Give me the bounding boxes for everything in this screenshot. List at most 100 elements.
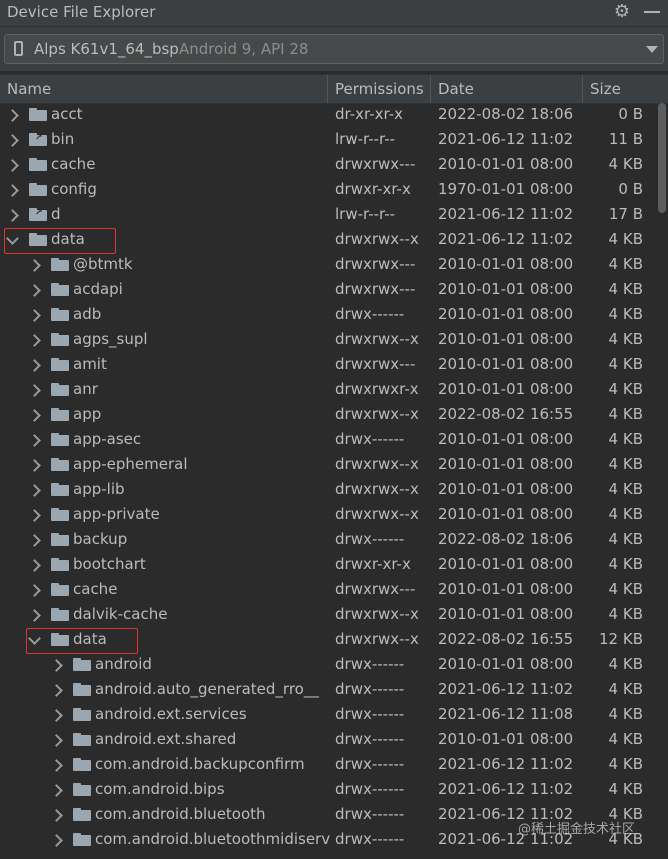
- file-date: 2021-06-12 11:08: [438, 705, 574, 723]
- file-permissions: drwxrwx--x: [335, 605, 419, 623]
- table-row[interactable]: app-private drwxrwx--x 2010-01-01 08:00 4 K…: [0, 503, 668, 528]
- table-row[interactable]: android.auto_generated_rro__ drwx------ 20…: [0, 678, 668, 703]
- gear-icon[interactable]: ⚙: [612, 1, 632, 23]
- file-name: cache: [73, 580, 118, 598]
- table-row[interactable]: acdapi drwxrwx--- 2010-01-01 08:00 4 KB: [0, 278, 668, 303]
- file-name: android.ext.services: [95, 705, 247, 723]
- table-row[interactable]: android drwx------ 2010-01-01 08:00 4 KB: [0, 653, 668, 678]
- chevron-right-icon[interactable]: [6, 209, 19, 222]
- chevron-right-icon[interactable]: [50, 709, 63, 722]
- file-size: 4 KB: [608, 380, 643, 398]
- chevron-right-icon[interactable]: [28, 559, 41, 572]
- chevron-right-icon[interactable]: [50, 734, 63, 747]
- table-row[interactable]: dalvik-cache drwxrwx--x 2010-01-01 08:00 4 …: [0, 603, 668, 628]
- chevron-right-icon[interactable]: [28, 459, 41, 472]
- chevron-right-icon[interactable]: [50, 809, 63, 822]
- chevron-right-icon[interactable]: [6, 134, 19, 147]
- file-size: 17 B: [608, 205, 643, 223]
- highlight-box: [4, 228, 116, 254]
- chevron-right-icon[interactable]: [50, 684, 63, 697]
- device-bar: Alps K61v1_64_bsp Android 9, API 28: [0, 27, 668, 71]
- chevron-right-icon[interactable]: [6, 159, 19, 172]
- table-row[interactable]: amit drwxrwx--- 2010-01-01 08:00 4 KB: [0, 353, 668, 378]
- file-name: acct: [51, 105, 83, 123]
- file-size: 4 KB: [608, 705, 643, 723]
- file-size: 4 KB: [608, 780, 643, 798]
- table-row[interactable]: com.android.bips drwx------ 2021-06-12 11:…: [0, 778, 668, 803]
- table-row[interactable]: adb drwx------ 2010-01-01 08:00 4 KB: [0, 303, 668, 328]
- device-dropdown[interactable]: Alps K61v1_64_bsp Android 9, API 28: [4, 34, 664, 64]
- file-permissions: drwxrwxr-x: [335, 380, 419, 398]
- file-permissions: drwxrwx--x: [335, 630, 419, 648]
- scrollbar-thumb[interactable]: [658, 103, 666, 213]
- file-date: 2022-08-02 16:55: [438, 630, 574, 648]
- file-date: 2010-01-01 08:00: [438, 605, 574, 623]
- window-title: Device File Explorer: [7, 3, 156, 21]
- table-row[interactable]: app-asec drwx------ 2010-01-01 08:00 4 KB: [0, 428, 668, 453]
- chevron-right-icon[interactable]: [28, 484, 41, 497]
- chevron-right-icon[interactable]: [28, 259, 41, 272]
- chevron-right-icon[interactable]: [28, 534, 41, 547]
- file-name: com.android.bips: [95, 780, 225, 798]
- table-row[interactable]: ↗ d lrw-r--r-- 2021-06-12 11:02 17 B: [0, 203, 668, 228]
- chevron-right-icon[interactable]: [6, 109, 19, 122]
- table-row[interactable]: android.ext.shared drwx------ 2010-01-01 0…: [0, 728, 668, 753]
- table-row[interactable]: anr drwxrwxr-x 2010-01-01 08:00 4 KB: [0, 378, 668, 403]
- file-size: 12 KB: [599, 630, 643, 648]
- folder-icon: [73, 808, 91, 821]
- table-row[interactable]: cache drwxrwx--- 2010-01-01 08:00 4 KB: [0, 578, 668, 603]
- file-date: 2021-06-12 11:02: [438, 680, 574, 698]
- chevron-right-icon[interactable]: [28, 334, 41, 347]
- chevron-right-icon[interactable]: [50, 759, 63, 772]
- table-row[interactable]: ↗ bin lrw-r--r-- 2021-06-12 11:02 11 B: [0, 128, 668, 153]
- table-row[interactable]: cache drwxrwx--- 2010-01-01 08:00 4 KB: [0, 153, 668, 178]
- table-row[interactable]: acct dr-xr-xr-x 2022-08-02 18:06 0 B: [0, 103, 668, 128]
- file-size: 4 KB: [608, 730, 643, 748]
- chevron-right-icon[interactable]: [28, 409, 41, 422]
- chevron-right-icon[interactable]: [6, 184, 19, 197]
- highlight-box: [26, 628, 138, 654]
- chevron-right-icon[interactable]: [28, 509, 41, 522]
- chevron-right-icon[interactable]: [28, 284, 41, 297]
- chevron-right-icon[interactable]: [50, 834, 63, 847]
- chevron-right-icon[interactable]: [28, 584, 41, 597]
- chevron-right-icon[interactable]: [28, 609, 41, 622]
- table-row[interactable]: config drwxr-xr-x 1970-01-01 08:00 0 B: [0, 178, 668, 203]
- column-header-permissions[interactable]: Permissions: [328, 75, 431, 103]
- file-name: app-ephemeral: [73, 455, 188, 473]
- table-row[interactable]: agps_supl drwxrwx--x 2010-01-01 08:00 4 KB: [0, 328, 668, 353]
- table-row[interactable]: app drwxrwx--x 2022-08-02 16:55 4 KB: [0, 403, 668, 428]
- folder-icon: [29, 183, 47, 196]
- table-row[interactable]: @btmtk drwxrwx--- 2010-01-01 08:00 4 KB: [0, 253, 668, 278]
- table-row[interactable]: com.android.backupconfirm drwx------ 2021-…: [0, 753, 668, 778]
- table-row[interactable]: data drwxrwx--x 2022-08-02 16:55 12 KB: [0, 628, 668, 654]
- chevron-right-icon[interactable]: [28, 384, 41, 397]
- table-row[interactable]: bootchart drwxr-xr-x 2010-01-01 08:00 4 KB: [0, 553, 668, 578]
- watermark: @稀土掘金技术社区: [518, 822, 636, 837]
- title-bar: Device File Explorer ⚙: [0, 0, 668, 27]
- column-header-date[interactable]: Date: [431, 75, 583, 103]
- file-date: 2010-01-01 08:00: [438, 355, 574, 373]
- table-row[interactable]: android.ext.services drwx------ 2021-06-12…: [0, 703, 668, 728]
- file-size: 4 KB: [608, 655, 643, 673]
- file-date: 1970-01-01 08:00: [438, 180, 574, 198]
- file-size: 4 KB: [608, 230, 643, 248]
- folder-icon: [51, 333, 69, 346]
- chevron-right-icon[interactable]: [28, 434, 41, 447]
- table-row[interactable]: app-lib drwxrwx--x 2010-01-01 08:00 4 KB: [0, 478, 668, 503]
- table-row[interactable]: app-ephemeral drwxrwx--x 2010-01-01 08:00 4…: [0, 453, 668, 478]
- chevron-right-icon[interactable]: [50, 784, 63, 797]
- chevron-right-icon[interactable]: [28, 309, 41, 322]
- table-row[interactable]: data drwxrwx--x 2021-06-12 11:02 4 KB: [0, 228, 668, 254]
- folder-icon: [51, 458, 69, 471]
- table-row[interactable]: backup drwx------ 2022-08-02 18:06 4 KB: [0, 528, 668, 553]
- file-date: 2022-08-02 18:06: [438, 530, 574, 548]
- folder-icon: [51, 258, 69, 271]
- column-header-size[interactable]: Size: [583, 75, 668, 103]
- chevron-right-icon[interactable]: [28, 359, 41, 372]
- chevron-down-icon[interactable]: [646, 46, 658, 53]
- column-header-name[interactable]: Name: [0, 75, 328, 103]
- chevron-right-icon[interactable]: [50, 659, 63, 672]
- minimize-icon[interactable]: [644, 11, 660, 13]
- file-name: app-private: [73, 505, 160, 523]
